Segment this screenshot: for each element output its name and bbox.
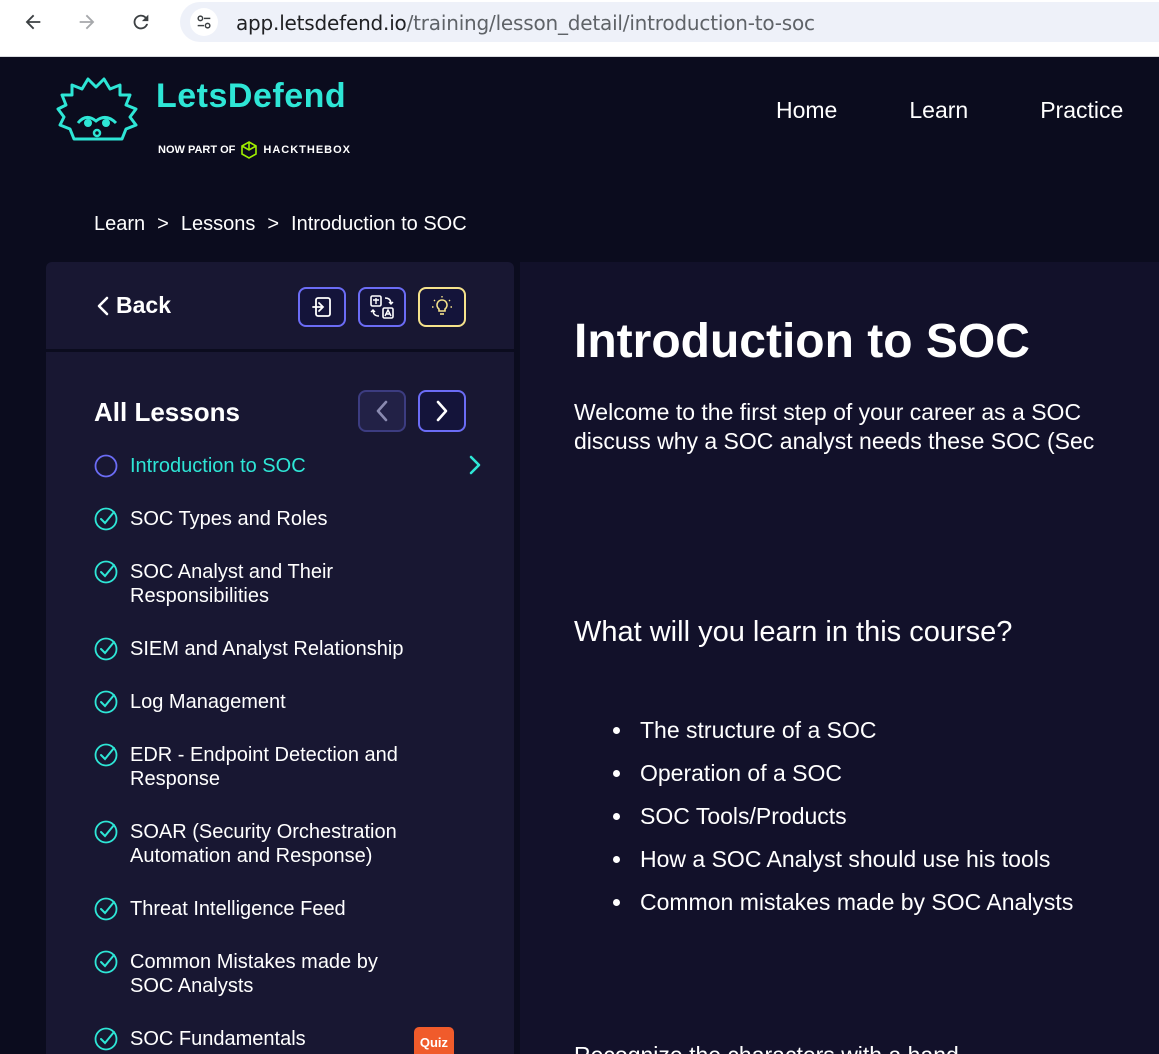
lesson-item-log-management[interactable]: Log Management — [94, 690, 474, 714]
check-circle-icon — [94, 637, 118, 661]
chevron-left-icon — [97, 296, 109, 315]
back-arrow-icon[interactable] — [18, 7, 48, 37]
check-circle-icon — [94, 950, 118, 974]
lesson-item-soc-analyst[interactable]: SOC Analyst and Their Responsibilities — [94, 560, 394, 608]
top-nav: Home Learn Practice — [776, 97, 1123, 124]
breadcrumb: Learn > Lessons > Introduction to SOC — [94, 213, 467, 236]
circle-outline-icon — [94, 454, 118, 478]
nav-home[interactable]: Home — [776, 97, 837, 124]
check-circle-icon — [94, 690, 118, 714]
forward-arrow-icon[interactable] — [72, 7, 102, 37]
lesson-item-soc-types[interactable]: SOC Types and Roles — [94, 507, 474, 531]
previous-lesson-button[interactable] — [358, 390, 406, 432]
lesson-label: Introduction to SOC — [130, 455, 306, 477]
section-heading: What will you learn in this course? — [574, 616, 1013, 648]
chevron-left-icon — [376, 400, 388, 422]
lesson-item-soc-fundamentals[interactable]: SOC Fundamentals Quiz — [94, 1027, 456, 1054]
list-item: Operation of a SOC — [634, 760, 1073, 787]
lesson-label: SOC Types and Roles — [130, 508, 328, 530]
address-bar[interactable]: app.letsdefend.io/training/lesson_detail… — [180, 2, 1159, 42]
lesson-item-threat-intel[interactable]: Threat Intelligence Feed — [94, 897, 474, 921]
nav-learn[interactable]: Learn — [909, 97, 968, 124]
lesson-sidebar: Back All Lessons Introduction to SOC SOC… — [46, 262, 514, 1054]
tagline-prefix: NOW PART OF — [158, 144, 236, 156]
list-item: SOC Tools/Products — [634, 803, 1073, 830]
next-lesson-button[interactable] — [418, 390, 466, 432]
exit-lesson-button[interactable] — [298, 287, 346, 327]
back-label: Back — [116, 292, 171, 318]
list-item: Common mistakes made by SOC Analysts — [634, 889, 1073, 916]
tagline-brand: HACKTHEBOX — [263, 144, 352, 156]
lesson-item-soar[interactable]: SOAR (Security Orchestration Automation … — [94, 820, 434, 868]
lesson-item-siem[interactable]: SIEM and Analyst Relationship — [94, 637, 474, 661]
hedgehog-logo-icon — [56, 77, 138, 141]
trailing-paragraph: Recognize the characters with a hand — [574, 1042, 959, 1054]
check-circle-icon — [94, 743, 118, 767]
intro-line: Welcome to the first step of your career… — [574, 399, 1082, 425]
lesson-title: Introduction to SOC — [574, 315, 1030, 368]
list-item: How a SOC Analyst should use his tools — [634, 846, 1073, 873]
back-button[interactable]: Back — [96, 292, 171, 319]
breadcrumb-current: Introduction to SOC — [291, 213, 467, 235]
lesson-label: Threat Intelligence Feed — [130, 898, 346, 920]
lightbulb-icon — [432, 296, 452, 315]
learning-objectives-list: The structure of a SOC Operation of a SO… — [634, 717, 1073, 932]
translate-icon — [370, 295, 394, 319]
quiz-badge: Quiz — [413, 1027, 454, 1054]
site-header: LetsDefend NOW PART OF HACKTHEBOX Home L… — [0, 57, 1159, 177]
brand-name: LetsDefend — [156, 77, 347, 115]
intro-line: discuss why a SOC analyst needs these SO… — [574, 428, 1095, 454]
chevron-right-icon — [436, 400, 448, 422]
lesson-label: Common Mistakes made by SOC Analysts — [130, 951, 378, 997]
check-circle-icon — [94, 507, 118, 531]
url-host: app.letsdefend.io — [236, 11, 407, 35]
lesson-label: Log Management — [130, 691, 286, 713]
chevron-right-icon — [469, 455, 481, 475]
url-path: /training/lesson_detail/introduction-to-… — [406, 11, 815, 35]
browser-chrome: app.letsdefend.io/training/lesson_detail… — [0, 0, 1159, 57]
brand-tagline: NOW PART OF HACKTHEBOX — [158, 141, 351, 159]
sidebar-toolbar: Back — [46, 262, 514, 352]
url-text: app.letsdefend.io/training/lesson_detail… — [236, 11, 815, 35]
lesson-list: Introduction to SOC SOC Types and Roles … — [94, 454, 481, 1054]
lesson-label: SIEM and Analyst Relationship — [130, 638, 404, 660]
lesson-item-common-mistakes[interactable]: Common Mistakes made by SOC Analysts — [94, 950, 414, 998]
check-circle-icon — [94, 1027, 118, 1051]
all-lessons-title: All Lessons — [94, 397, 240, 427]
lesson-label: SOC Fundamentals — [130, 1028, 306, 1050]
lesson-label: SOAR (Security Orchestration Automation … — [130, 821, 397, 867]
breadcrumb-separator: > — [267, 213, 280, 235]
sign-in-icon — [312, 297, 331, 317]
lesson-intro: Welcome to the first step of your career… — [574, 398, 1159, 456]
lesson-item-introduction-to-soc[interactable]: Introduction to SOC — [94, 454, 481, 478]
translate-button[interactable] — [358, 287, 406, 327]
breadcrumb-separator: > — [157, 213, 169, 235]
lesson-label: EDR - Endpoint Detection and Response — [130, 744, 398, 790]
lesson-label: SOC Analyst and Their Responsibilities — [130, 561, 334, 607]
lesson-item-edr[interactable]: EDR - Endpoint Detection and Response — [94, 743, 434, 791]
breadcrumb-learn[interactable]: Learn — [94, 213, 145, 236]
site-settings-icon[interactable] — [190, 8, 218, 36]
hackthebox-cube-icon — [241, 141, 258, 159]
hint-button[interactable] — [418, 287, 466, 327]
check-circle-icon — [94, 820, 118, 844]
reload-icon[interactable] — [126, 7, 156, 37]
breadcrumb-lessons[interactable]: Lessons — [181, 213, 256, 236]
check-circle-icon — [94, 897, 118, 921]
lesson-content: Introduction to SOC Welcome to the first… — [520, 262, 1159, 1054]
list-item: The structure of a SOC — [634, 717, 1073, 744]
check-circle-icon — [94, 560, 118, 584]
nav-practice[interactable]: Practice — [1040, 97, 1123, 124]
